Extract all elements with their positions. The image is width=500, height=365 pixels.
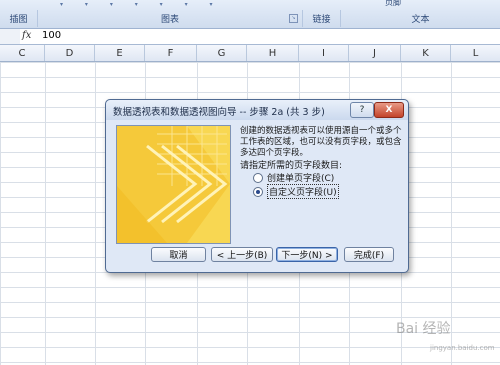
radio-label: 自定义页字段(U) xyxy=(267,184,339,199)
column-header-k[interactable]: K xyxy=(401,45,451,61)
ribbon: ▾ ▾ ▾ ▾ ▾ ▾ ▾ 页脚 插图 图表 ↘ 链接 文本 xyxy=(0,0,500,29)
fx-icon[interactable]: fx xyxy=(22,30,31,41)
watermark: Bai 经验 xyxy=(396,321,451,337)
ribbon-group-charts[interactable]: 图表 ↘ xyxy=(38,10,303,27)
ribbon-group-text[interactable]: 文本 xyxy=(341,10,500,27)
radio-custom-page-fields[interactable]: 自定义页字段(U) xyxy=(253,184,339,199)
ribbon-group-label: 插图 xyxy=(9,15,28,25)
name-box[interactable] xyxy=(0,29,20,44)
radio-selected-icon[interactable] xyxy=(253,186,263,197)
column-header-d[interactable]: D xyxy=(45,45,95,61)
dialog-description: 创建的数据透视表可以使用源自一个或多个工作表的区域，也可以没有页字段，或包含多达… xyxy=(240,126,402,158)
grid-line xyxy=(451,62,452,365)
column-header-e[interactable]: E xyxy=(95,45,145,61)
ribbon-footer-label: 页脚 xyxy=(385,0,401,7)
wizard-illustration xyxy=(116,125,231,244)
page-field-prompt: 请指定所需的页字段数目: xyxy=(240,161,343,171)
radio-single-page-field[interactable]: 创建单页字段(C) xyxy=(253,171,334,184)
ribbon-group-links[interactable]: 链接 xyxy=(303,10,341,27)
column-header-l[interactable]: L xyxy=(451,45,500,61)
wizard-illustration-graphic xyxy=(117,126,230,243)
finish-button[interactable]: 完成(F) xyxy=(344,247,394,262)
pivot-wizard-dialog: 数据透视表和数据透视图向导 -- 步骤 2a (共 3 步) ? X 创建的数据… xyxy=(105,99,409,273)
column-header-i[interactable]: I xyxy=(299,45,349,61)
ribbon-icons-row: ▾ ▾ ▾ ▾ ▾ ▾ ▾ xyxy=(60,1,223,8)
formula-input[interactable]: 100 xyxy=(42,30,61,41)
column-header-j[interactable]: J xyxy=(349,45,401,61)
ribbon-group-label: 文本 xyxy=(411,15,430,25)
next-button[interactable]: 下一步(N) > xyxy=(276,247,338,262)
formula-bar: fx 100 xyxy=(0,29,500,45)
watermark-subtext: jingyan.baidu.com xyxy=(430,344,495,352)
grid-line xyxy=(95,62,96,365)
dialog-titlebar[interactable]: 数据透视表和数据透视图向导 -- 步骤 2a (共 3 步) ? X xyxy=(106,100,408,120)
radio-label: 创建单页字段(C) xyxy=(267,174,335,184)
ribbon-group-label: 链接 xyxy=(312,15,331,25)
column-header-c[interactable]: C xyxy=(0,45,45,61)
grid-line xyxy=(45,62,46,365)
column-header-f[interactable]: F xyxy=(145,45,197,61)
close-button[interactable]: X xyxy=(374,102,404,118)
help-button[interactable]: ? xyxy=(350,102,374,118)
dialog-title: 数据透视表和数据透视图向导 -- 步骤 2a (共 3 步) xyxy=(113,107,325,118)
radio-unselected-icon[interactable] xyxy=(253,172,263,183)
column-header-h[interactable]: H xyxy=(247,45,299,61)
ribbon-group-illustrations[interactable]: 插图 xyxy=(0,10,38,27)
ribbon-group-label: 图表 xyxy=(160,15,179,25)
back-button[interactable]: < 上一步(B) xyxy=(211,247,273,262)
column-headers: C D E F G H I J K L xyxy=(0,45,500,62)
dialog-launcher-icon[interactable]: ↘ xyxy=(289,14,298,23)
cancel-button[interactable]: 取消 xyxy=(151,247,206,262)
column-header-g[interactable]: G xyxy=(197,45,247,61)
